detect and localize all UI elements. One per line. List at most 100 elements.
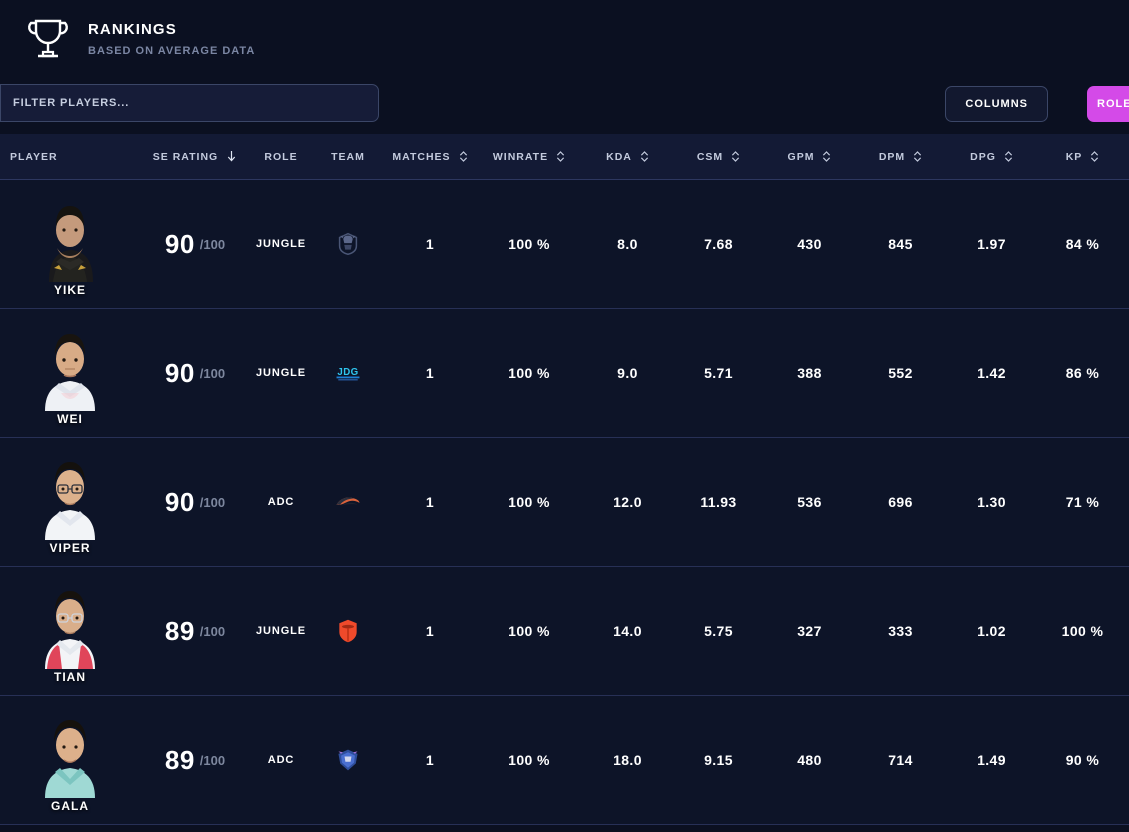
player-name: VIPER [49, 540, 91, 555]
table-row[interactable]: YIKE 90 /100 JUNGLE 1 100 % 8.0 7.68 430… [0, 180, 1129, 309]
dpg-value: 1.02 [977, 623, 1006, 639]
gpm-cell: 480 [764, 752, 855, 768]
columns-button[interactable]: COLUMNS [945, 86, 1048, 122]
sort-toggle-icon[interactable] [913, 150, 922, 163]
column-header-kda[interactable]: KDA [582, 150, 673, 163]
se-rating-max: /100 [199, 494, 226, 510]
se-rating-cell: 90 /100 [140, 358, 250, 389]
player-cell[interactable]: YIKE [0, 180, 140, 309]
gpm-value: 480 [797, 752, 822, 768]
dpg-cell: 1.97 [946, 236, 1037, 252]
column-label-dpm: DPM [878, 150, 906, 163]
gpm-value: 327 [797, 623, 822, 639]
column-label-player: PLAYER [10, 150, 58, 163]
matches-value: 1 [425, 236, 435, 252]
column-header-csm[interactable]: CSM [673, 150, 764, 163]
matches-cell: 1 [384, 236, 476, 252]
fpx-logo-icon [333, 616, 363, 646]
column-header-dpm[interactable]: DPM [855, 150, 946, 163]
sort-toggle-icon[interactable] [731, 150, 740, 163]
gpm-cell: 536 [764, 494, 855, 510]
matches-cell: 1 [384, 365, 476, 381]
dpg-cell: 1.42 [946, 365, 1037, 381]
sort-toggle-icon[interactable] [459, 150, 468, 163]
column-header-se-rating[interactable]: SE RATING [140, 150, 250, 163]
kda-cell: 8.0 [582, 236, 673, 252]
kda-cell: 9.0 [582, 365, 673, 381]
player-name: WEI [57, 411, 83, 426]
winrate-cell: 100 % [476, 623, 582, 639]
player-name: GALA [51, 798, 89, 813]
table-row[interactable]: VIPER 90 /100 ADC 1 100 % 12.0 11.93 536… [0, 438, 1129, 567]
player-name: TIAN [54, 669, 86, 684]
se-rating-cell: 90 /100 [140, 487, 250, 518]
player-cell[interactable]: VIPER [0, 438, 140, 567]
toolbar: COLUMNS ROLE [0, 78, 1129, 134]
matches-value: 1 [425, 365, 435, 381]
table-row[interactable]: TIAN 89 /100 JUNGLE 1 100 % 14.0 5.75 32… [0, 567, 1129, 696]
dpg-value: 1.30 [977, 494, 1006, 510]
column-header-gpm[interactable]: GPM [764, 150, 855, 163]
avatar [31, 185, 109, 282]
column-label-team: TEAM [331, 150, 365, 163]
trophy-icon [26, 16, 70, 62]
column-header-winrate[interactable]: WINRATE [476, 150, 582, 163]
kp-cell: 86 % [1037, 365, 1128, 381]
kda-cell: 18.0 [582, 752, 673, 768]
matches-value: 1 [425, 752, 435, 768]
player-cell[interactable]: WEI [0, 309, 140, 438]
sort-toggle-icon[interactable] [822, 150, 831, 163]
player-cell[interactable]: TIAN [0, 567, 140, 696]
column-header-kp[interactable]: KP [1037, 150, 1128, 163]
table-row[interactable]: WEI 90 /100 JUNGLE JDG 1 100 % 9.0 5.71 … [0, 309, 1129, 438]
column-header-team[interactable]: TEAM [312, 151, 384, 163]
column-header-dpg[interactable]: DPG [946, 150, 1037, 163]
filter-players-input[interactable] [0, 84, 379, 122]
column-header-role[interactable]: ROLE [250, 151, 312, 163]
column-header-player[interactable]: PLAYER [0, 151, 140, 163]
se-rating-max: /100 [199, 623, 226, 639]
winrate-value: 100 % [508, 365, 550, 381]
csm-value: 5.75 [704, 623, 733, 639]
team-cell[interactable]: JDG [312, 358, 384, 388]
player-portrait-group: YIKE [30, 180, 110, 309]
se-rating-value: 89 [164, 615, 195, 646]
role-cell: JUNGLE [250, 238, 312, 250]
kda-cell: 14.0 [582, 623, 673, 639]
sort-toggle-icon[interactable] [1004, 150, 1013, 163]
winrate-value: 100 % [508, 494, 550, 510]
se-rating-cell: 89 /100 [140, 745, 250, 776]
kda-value: 12.0 [613, 494, 642, 510]
column-label-csm: CSM [696, 150, 724, 163]
dpg-cell: 1.49 [946, 752, 1037, 768]
team-cell[interactable] [312, 745, 384, 775]
team-cell[interactable] [312, 229, 384, 259]
column-label-role: ROLE [264, 150, 298, 163]
gpm-cell: 388 [764, 365, 855, 381]
column-label-matches: MATCHES [392, 150, 451, 163]
hle-logo-icon [333, 487, 363, 517]
se-rating-max: /100 [199, 365, 226, 381]
sort-desc-arrow-icon[interactable] [226, 150, 237, 163]
header-text-group: RANKINGS BASED ON AVERAGE DATA [88, 21, 255, 57]
sort-toggle-icon[interactable] [1090, 150, 1099, 163]
csm-value: 7.68 [704, 236, 733, 252]
sort-toggle-icon[interactable] [640, 150, 649, 163]
sort-toggle-icon[interactable] [556, 150, 565, 163]
team-cell[interactable] [312, 616, 384, 646]
winrate-value: 100 % [508, 623, 550, 639]
gpm-cell: 327 [764, 623, 855, 639]
csm-value: 9.15 [704, 752, 733, 768]
role-filter-button[interactable]: ROLE [1087, 86, 1129, 122]
csm-value: 5.71 [704, 365, 733, 381]
player-cell[interactable]: GALA [0, 696, 140, 825]
role-cell: ADC [250, 496, 312, 508]
matches-cell: 1 [384, 494, 476, 510]
kda-cell: 12.0 [582, 494, 673, 510]
dpg-value: 1.42 [977, 365, 1006, 381]
table-row[interactable]: GALA 89 /100 ADC 1 100 % 18.0 9.15 480 7… [0, 696, 1129, 825]
csm-cell: 9.15 [673, 752, 764, 768]
team-cell[interactable] [312, 487, 384, 517]
rng-logo-icon [333, 745, 363, 775]
column-header-matches[interactable]: MATCHES [384, 150, 476, 163]
